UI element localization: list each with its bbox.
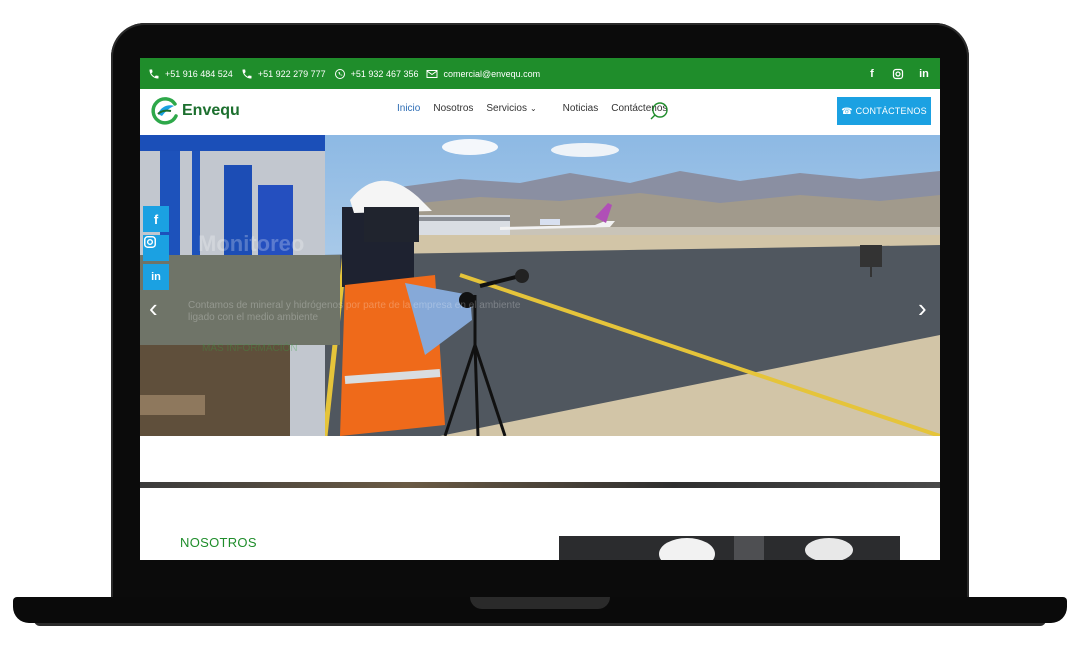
logo-text: Envequ [182,102,240,119]
nav-item-inicio[interactable]: Inicio [397,103,420,114]
email-contact[interactable]: comercial@envequ.com [426,68,540,80]
hero-slider: Monitoreo Contamos de mineral y hidrógen… [140,135,940,436]
email-text: comercial@envequ.com [443,68,541,79]
linkedin-icon[interactable]: in [918,68,930,80]
side-facebook-icon[interactable]: f [143,206,169,232]
nav-item-servicios-label: Servicios [486,103,527,114]
instagram-icon[interactable] [892,68,904,80]
hero-title: Monitoreo [198,231,305,256]
instagram-icon [144,236,156,248]
logo-mark-icon [151,97,178,125]
mail-icon [426,69,438,78]
side-linkedin-icon[interactable]: in [143,264,169,290]
contact-cta-label: CONTÁCTENOS [855,106,927,116]
hero-text: Contamos de mineral y hidrógenos por par… [188,300,521,323]
whatsapp-icon [334,68,345,79]
slider-prev-arrow-icon[interactable]: ‹ [149,295,158,321]
about-image [559,536,900,560]
website-screen: +51 916 484 524 +51 922 279 777 +51 932 … [140,58,940,560]
phone-icon [242,69,252,78]
side-instagram-icon[interactable] [143,235,169,261]
phone-2[interactable]: +51 922 279 777 [241,68,326,80]
top-contact-bar: +51 916 484 524 +51 922 279 777 +51 932 … [140,58,940,89]
nav-item-servicios[interactable]: Servicios ⌄ [486,103,549,114]
laptop-notch [470,597,610,609]
section-divider-image [140,482,940,488]
phone-2-text: +51 922 279 777 [257,68,326,79]
hero-more-button[interactable]: MÁS INFORMACIÓN [202,343,298,354]
contact-cta-button[interactable]: ☎ CONTÁCTENOS [837,97,931,125]
nav-item-noticias[interactable]: Noticias [563,103,599,114]
facebook-icon[interactable]: f [866,68,878,80]
phone-icon [149,69,159,78]
whatsapp-icon: ☎ [841,105,853,116]
whatsapp-contact[interactable]: +51 932 467 356 [334,68,419,80]
nav-item-nosotros[interactable]: Nosotros [433,103,473,114]
site-header: Envequ Inicio Nosotros Servicios ⌄ Notici… [140,89,940,135]
about-section-title: NOSOTROS [180,535,257,550]
whatsapp-text: +51 932 467 356 [350,68,419,79]
hero-photo [140,135,940,436]
logo[interactable]: Envequ [149,96,240,126]
search-icon[interactable] [649,101,669,121]
chevron-down-icon: ⌄ [529,104,537,113]
topbar-social: f in [866,58,930,89]
main-nav: Inicio Nosotros Servicios ⌄ Noticias Cont… [397,103,680,114]
slider-next-arrow-icon[interactable]: › [918,295,927,321]
phone-1-text: +51 916 484 524 [165,68,233,79]
phone-1[interactable]: +51 916 484 524 [148,68,233,80]
about-photo [559,536,900,560]
